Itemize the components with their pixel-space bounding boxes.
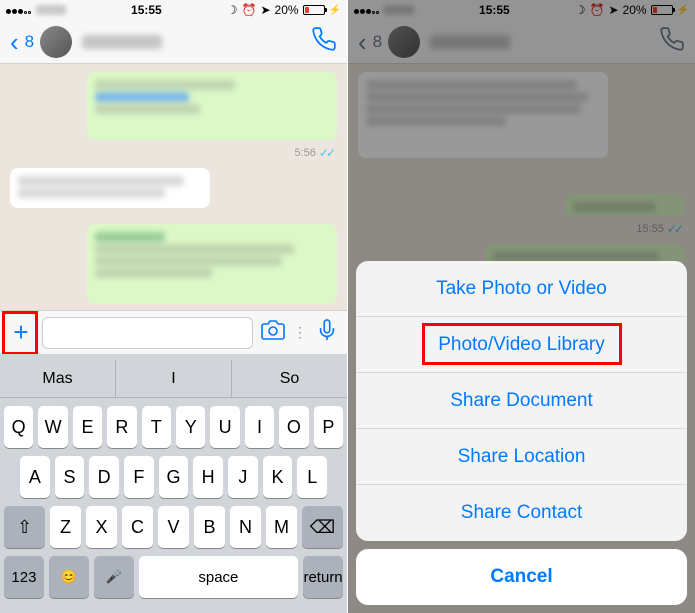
suggestion[interactable]: Mas: [0, 360, 116, 397]
key-row-1: Q W E R T Y U I O P: [0, 398, 347, 448]
battery-icon: [303, 5, 325, 15]
contact-name[interactable]: [82, 35, 162, 49]
status-time: 15:55: [131, 3, 162, 17]
key[interactable]: X: [86, 506, 117, 548]
alarm-icon: ⏰: [242, 3, 257, 17]
dictation-key[interactable]: 🎤: [94, 556, 134, 598]
message-out[interactable]: [87, 224, 337, 304]
status-bar: 15:55 ☽ ⏰ ➤ 20% ⚡: [0, 0, 347, 20]
shift-key[interactable]: ⇧: [4, 506, 45, 548]
key-row-4: 123 😊 🎤 space return: [0, 548, 347, 604]
key[interactable]: Z: [50, 506, 81, 548]
numbers-key[interactable]: 123: [4, 556, 44, 598]
keyboard: Mas I So Q W E R T Y U I O P A S D F G H…: [0, 354, 347, 613]
signal-dots-icon: [6, 3, 32, 17]
input-bar: + ⋮: [0, 310, 347, 354]
location-icon: ➤: [260, 3, 270, 17]
emoji-key[interactable]: 😊: [49, 556, 89, 598]
avatar[interactable]: [40, 26, 72, 58]
key[interactable]: U: [210, 406, 239, 448]
sheet-photo-library[interactable]: Photo/Video Library: [356, 317, 687, 373]
key[interactable]: I: [245, 406, 274, 448]
key[interactable]: C: [122, 506, 153, 548]
sheet-item-label: Photo/Video Library: [438, 334, 605, 356]
key[interactable]: T: [142, 406, 171, 448]
sheet-share-contact[interactable]: Share Contact: [356, 485, 687, 541]
key[interactable]: D: [89, 456, 119, 498]
back-chevron-icon[interactable]: ‹: [10, 29, 19, 55]
key[interactable]: R: [107, 406, 136, 448]
attach-plus-button[interactable]: +: [6, 318, 36, 348]
key[interactable]: G: [159, 456, 189, 498]
key[interactable]: N: [230, 506, 261, 548]
key[interactable]: J: [228, 456, 258, 498]
call-icon[interactable]: [311, 26, 337, 57]
camera-icon[interactable]: [259, 318, 287, 347]
key-row-3: ⇧ Z X C V B N M ⌫: [0, 498, 347, 548]
backspace-key[interactable]: ⌫: [302, 506, 343, 548]
back-count[interactable]: 8: [25, 32, 34, 52]
charging-icon: ⚡: [329, 5, 341, 16]
key[interactable]: F: [124, 456, 154, 498]
sheet-share-document[interactable]: Share Document: [356, 373, 687, 429]
key[interactable]: Q: [4, 406, 33, 448]
mic-icon[interactable]: [313, 319, 341, 346]
key[interactable]: B: [194, 506, 225, 548]
phone-right: 15:55 ☽ ⏰ ➤ 20% ⚡ ‹ 8: [348, 0, 695, 613]
key[interactable]: H: [193, 456, 223, 498]
action-sheet: Take Photo or Video Photo/Video Library …: [356, 261, 687, 605]
return-key[interactable]: return: [303, 556, 343, 598]
battery-pct: 20%: [275, 3, 299, 17]
sheet-take-photo[interactable]: Take Photo or Video: [356, 261, 687, 317]
key[interactable]: V: [158, 506, 189, 548]
message-input[interactable]: [42, 317, 253, 349]
carrier-label: [36, 5, 66, 15]
message-in[interactable]: [10, 168, 210, 208]
suggestion[interactable]: So: [232, 360, 347, 397]
key[interactable]: E: [73, 406, 102, 448]
more-dots-icon: ⋮: [293, 324, 307, 341]
space-key[interactable]: space: [139, 556, 299, 598]
sheet-cancel-button[interactable]: Cancel: [356, 549, 687, 605]
key[interactable]: Y: [176, 406, 205, 448]
read-checks-icon: ✓✓: [319, 146, 333, 160]
key[interactable]: L: [297, 456, 327, 498]
key[interactable]: A: [20, 456, 50, 498]
phone-left: 15:55 ☽ ⏰ ➤ 20% ⚡ ‹ 8 5:56 ✓✓: [0, 0, 347, 613]
key[interactable]: W: [38, 406, 67, 448]
do-not-disturb-icon: ☽: [227, 3, 238, 17]
message-meta: 5:56 ✓✓: [10, 146, 337, 160]
message-out[interactable]: [87, 72, 337, 140]
message-time: 5:56: [294, 147, 315, 159]
key[interactable]: S: [55, 456, 85, 498]
nav-bar: ‹ 8: [0, 20, 347, 64]
key-row-2: A S D F G H J K L: [0, 448, 347, 498]
sheet-share-location[interactable]: Share Location: [356, 429, 687, 485]
key[interactable]: P: [314, 406, 343, 448]
key[interactable]: O: [279, 406, 308, 448]
suggestion[interactable]: I: [116, 360, 232, 397]
key[interactable]: M: [266, 506, 297, 548]
key[interactable]: K: [263, 456, 293, 498]
